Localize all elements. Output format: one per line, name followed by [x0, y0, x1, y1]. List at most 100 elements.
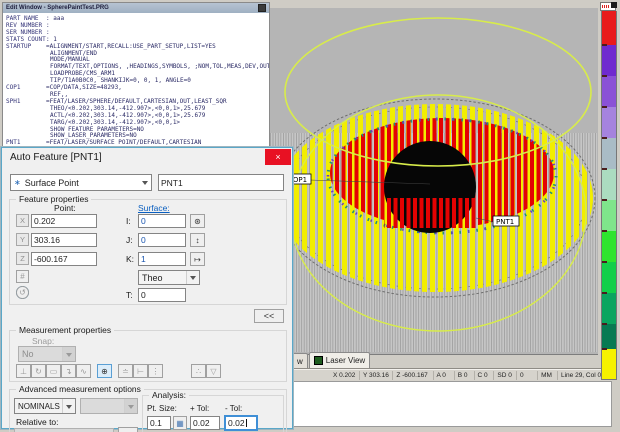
pt-size-input[interactable]: 0.1	[147, 416, 171, 430]
nominals-dropdown[interactable]: NOMINALS	[14, 398, 76, 414]
offset-icon[interactable]: ⊢	[133, 364, 148, 378]
k-input[interactable]: 1	[138, 252, 186, 266]
point-count-icon[interactable]: ⋮	[148, 364, 163, 378]
code-line: TIP/T1A0B0C0, SHANKIJK=0, 0, 1, ANGLE=0	[3, 78, 269, 85]
z-axis-button[interactable]: Z	[16, 252, 29, 265]
point-sequence-icon[interactable]: ∴	[191, 364, 206, 378]
feature-type-dropdown[interactable]: ∗ Surface Point	[10, 174, 152, 191]
minus-tol-input[interactable]: 0.02	[224, 415, 258, 431]
text-caret	[246, 419, 247, 427]
view-tabs: w Laser View	[292, 352, 371, 368]
pnt-label-text: PNT1	[496, 218, 514, 226]
region-icon[interactable]: ▭	[46, 364, 61, 378]
feature-properties-group: Feature properties Point: Surface: X 0.2…	[9, 199, 287, 305]
relative-to-input[interactable]	[14, 428, 114, 432]
j-input[interactable]: 0	[138, 233, 186, 247]
point-label: Point:	[54, 203, 76, 213]
y-input[interactable]: 303.16	[31, 233, 97, 247]
edit-window-titlebar[interactable]: Edit Window - SpherePaintTest.PRG	[3, 3, 269, 13]
x-input[interactable]: 0.202	[31, 214, 97, 228]
i-input[interactable]: 0	[138, 214, 186, 228]
flip-vector-icon[interactable]: ↕	[190, 233, 205, 247]
toolbar-group: ⊥↻▭↴∿	[16, 364, 91, 378]
tab-laser-view[interactable]: Laser View	[309, 352, 370, 368]
nominals-value: NOMINALS	[15, 402, 62, 411]
probe-mode-icon[interactable]: ⊥	[16, 364, 31, 378]
dialog-titlebar[interactable]: Auto Feature [PNT1]	[2, 148, 292, 167]
point-grid-icon[interactable]: ▦	[173, 416, 187, 430]
surface-vector-icon[interactable]: ⊛	[190, 214, 205, 228]
y-axis-button[interactable]: Y	[16, 233, 29, 246]
browse-button[interactable]: ...	[118, 427, 138, 432]
j-label: J:	[126, 235, 133, 245]
pcdmis-screen: Edit Window - SpherePaintTest.PRG PART N…	[0, 0, 620, 432]
secondary-dropdown[interactable]	[80, 398, 138, 414]
code-lines: PART NAME: aaaREV NUMBER:SER NUMBER:STAT…	[3, 16, 269, 147]
level-icon[interactable]: ≐	[118, 364, 133, 378]
plus-tol-input[interactable]: 0.02	[190, 416, 220, 430]
color-scale-tick	[602, 292, 607, 294]
report-area[interactable]	[292, 381, 612, 427]
t-input[interactable]: 0	[138, 288, 186, 302]
color-scale-segments	[601, 11, 617, 380]
chevron-down-icon	[124, 399, 137, 413]
pt-size-label: Pt. Size:	[147, 404, 177, 413]
color-scale-segment	[602, 200, 616, 231]
color-scale-segment	[602, 231, 616, 262]
edit-window-menu-icon[interactable]	[258, 4, 266, 12]
tab-laser-view-label: Laser View	[326, 356, 365, 365]
laser-view-canvas[interactable]: COP1 PNT1	[270, 8, 598, 355]
retest-icon[interactable]: ↺	[16, 286, 29, 299]
color-scale-header-text	[602, 5, 610, 8]
color-scale-segment	[602, 324, 616, 349]
laser-view-svg: COP1 PNT1	[270, 8, 598, 354]
scan-profile-icon[interactable]: ∿	[76, 364, 91, 378]
code-line: COP1=COP/DATA,SIZE=48293,	[3, 85, 269, 92]
plus-tol-label: + Tol:	[190, 404, 209, 413]
toolbar-group: ⊕	[97, 364, 112, 378]
tab-view-partial[interactable]: w	[292, 353, 308, 368]
code-line: STARTUP=ALIGNMENT/START,RECALL:USE_PART_…	[3, 44, 269, 51]
snap-dropdown[interactable]: No	[18, 346, 76, 362]
chevron-down-icon	[62, 347, 75, 361]
color-scale-tick	[602, 230, 607, 232]
color-scale-segment	[602, 262, 616, 293]
z-input[interactable]: -600.167	[31, 252, 97, 266]
analysis-title: Analysis:	[149, 390, 189, 400]
grid-icon[interactable]: #	[16, 270, 29, 283]
status-cell: Z -600.167	[392, 371, 432, 380]
color-scale-segment	[602, 107, 616, 138]
filter-icon[interactable]: ▽	[206, 364, 221, 378]
snap-vector-icon[interactable]: ↦	[190, 252, 205, 266]
feature-name-input[interactable]: PNT1	[158, 174, 284, 191]
collapse-button[interactable]: <<	[254, 309, 284, 323]
path-icon[interactable]: ↴	[61, 364, 76, 378]
status-cell: X 0.202	[330, 371, 359, 380]
color-scale-tick	[602, 137, 607, 139]
program-code-area[interactable]: PART NAME: aaaREV NUMBER:SER NUMBER:STAT…	[3, 14, 269, 149]
close-icon[interactable]: ×	[265, 149, 291, 165]
measurement-toolbar: ⊥↻▭↴∿ ⊕ ≐⊢⋮ ∴▽	[16, 364, 227, 378]
theo-dropdown[interactable]: Theo	[138, 270, 200, 285]
color-scale-tick	[602, 323, 607, 325]
color-scale-segment	[602, 293, 616, 324]
pnt-label[interactable]: PNT1	[493, 216, 519, 226]
surface-label[interactable]: Surface:	[138, 203, 170, 213]
color-scale-close-icon[interactable]	[611, 2, 617, 8]
measurement-properties-title: Measurement properties	[16, 325, 114, 335]
color-scale-tick	[602, 44, 607, 46]
analysis-group: Analysis: Pt. Size: + Tol: - Tol: 0.1 ▦ …	[142, 395, 284, 432]
surface-point-icon: ∗	[11, 178, 22, 187]
crosshair-icon[interactable]: ⊕	[97, 364, 112, 378]
t-label: T:	[126, 290, 133, 300]
rotate-icon[interactable]: ↻	[31, 364, 46, 378]
color-scale-tick	[602, 348, 607, 350]
feature-type-value: Surface Point	[22, 178, 139, 188]
color-scale-segment	[602, 138, 616, 169]
chevron-down-icon	[139, 175, 151, 190]
code-line: FORMAT/TEXT,OPTIONS, ,HEADINGS,SYMBOLS, …	[3, 64, 269, 71]
i-label: I:	[126, 216, 131, 226]
theo-value: Theo	[139, 273, 186, 283]
color-scale-tick	[602, 106, 607, 108]
x-axis-button[interactable]: X	[16, 214, 29, 227]
